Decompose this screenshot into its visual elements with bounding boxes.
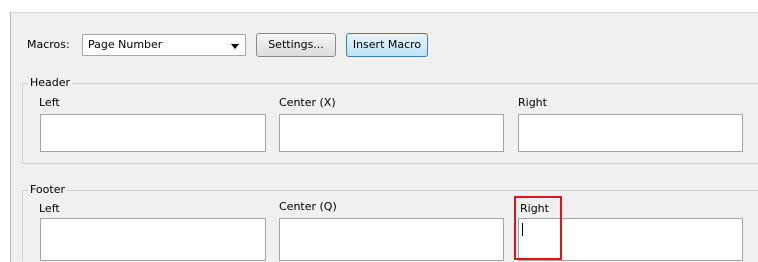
footer-left-field[interactable] [40, 218, 266, 261]
footer-left-label: Left [39, 202, 60, 215]
header-center-label: Center (X) [279, 96, 336, 109]
insert-macro-button[interactable]: Insert Macro [346, 33, 428, 57]
header-group-title: Header [28, 76, 73, 90]
header-center-field[interactable] [279, 114, 504, 152]
footer-group-title: Footer [28, 183, 67, 197]
settings-button[interactable]: Settings... [256, 33, 336, 57]
macros-selected-value: Page Number [88, 38, 163, 51]
footer-center-label: Center (Q) [279, 200, 337, 213]
dropdown-arrow-icon[interactable] [231, 44, 239, 49]
header-left-label: Left [39, 96, 60, 109]
header-right-label: Right [518, 96, 547, 109]
header-right-field[interactable] [518, 114, 743, 152]
macros-label: Macros: [27, 38, 70, 51]
header-left-field[interactable] [40, 114, 266, 152]
footer-center-field[interactable] [279, 218, 504, 261]
macros-dropdown[interactable]: Page Number [82, 34, 246, 56]
focus-highlight-box [514, 196, 562, 260]
